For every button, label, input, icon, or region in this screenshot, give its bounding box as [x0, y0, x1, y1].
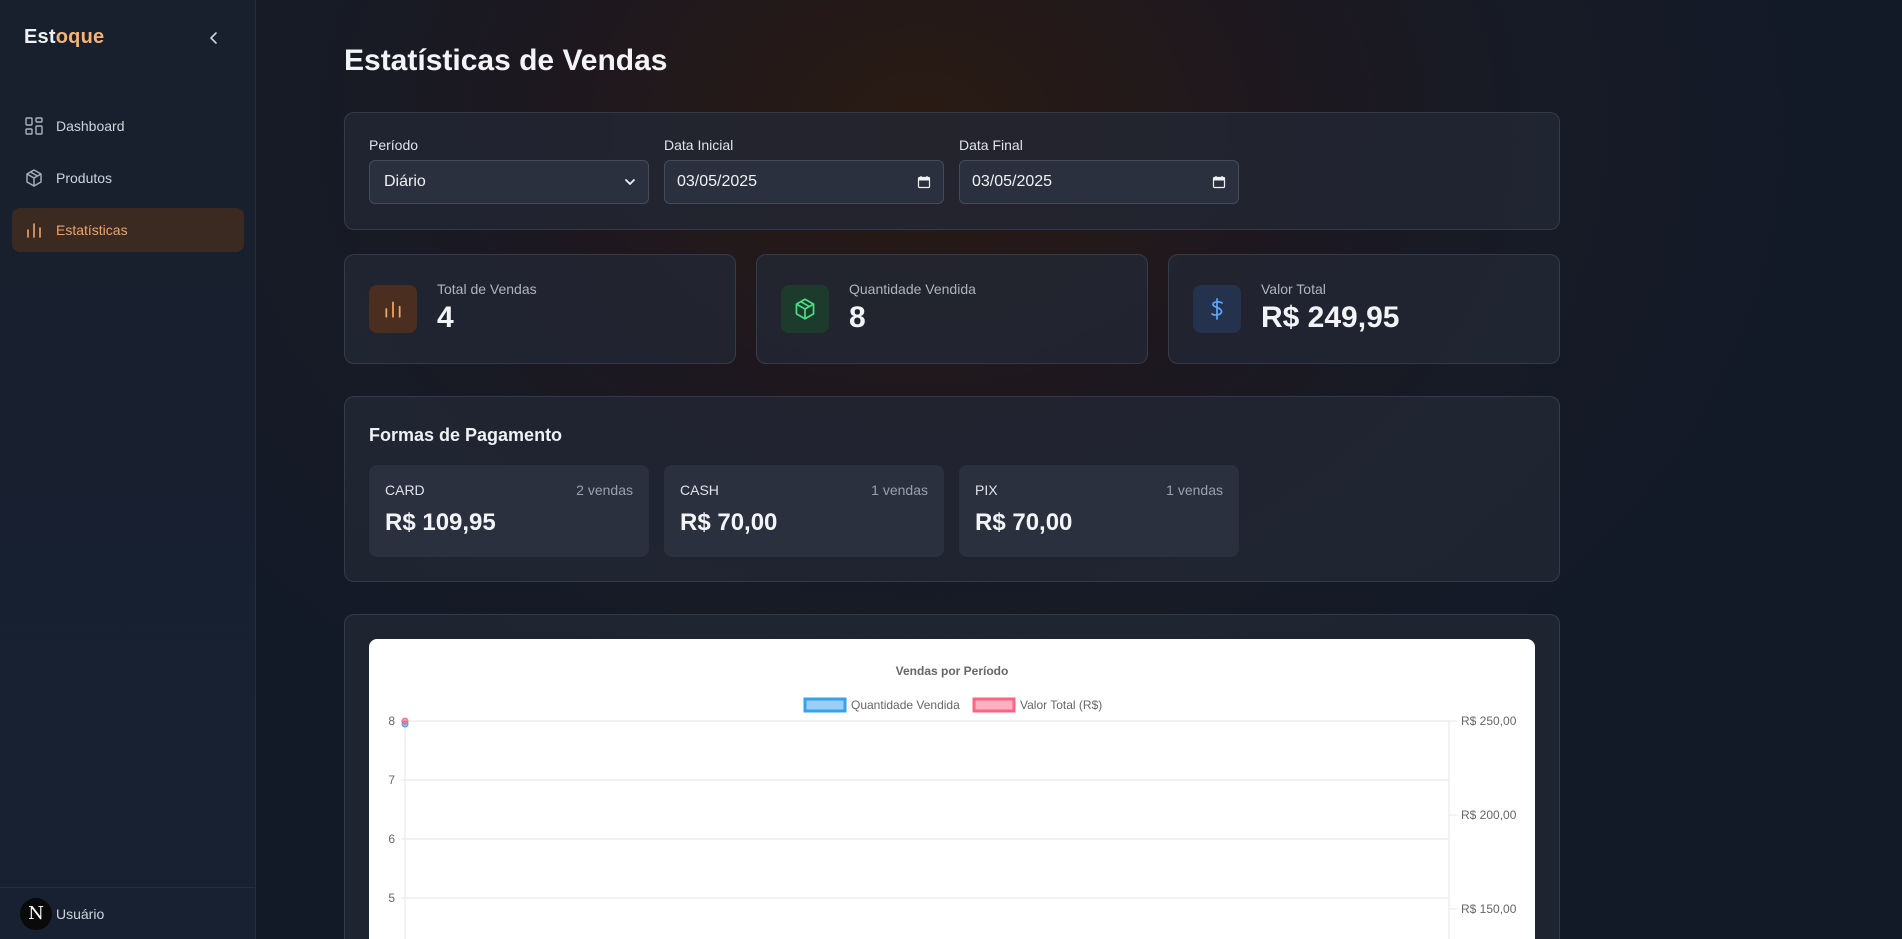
stat-value: R$ 249,95	[1261, 301, 1400, 334]
end-date-field: Data Final 03/05/2025	[959, 137, 1239, 204]
sidebar: Estoque Dashboard Produtos Estatísticas …	[0, 0, 256, 939]
calendar-icon[interactable]	[1212, 175, 1226, 189]
bar-chart-icon	[369, 285, 417, 333]
chart-legend: Quantidade Vendida Valor Total (R$)	[803, 697, 1102, 713]
sidebar-item-label: Dashboard	[56, 118, 125, 134]
chevron-down-icon	[625, 179, 635, 185]
payment-method-name: CARD	[385, 482, 425, 498]
payment-card-pix: PIX 1 vendas R$ 70,00	[959, 465, 1239, 557]
y-right-tick-label: R$ 200,00	[1461, 808, 1517, 822]
payment-method-count: 2 vendas	[576, 482, 633, 498]
y-left-tick-label: 6	[388, 832, 395, 846]
legend-label-quantity[interactable]: Quantidade Vendida	[851, 698, 960, 712]
grid-icon	[24, 116, 44, 136]
dollar-icon	[1193, 285, 1241, 333]
brand-logo: Estoque	[24, 26, 104, 49]
data-point-value[interactable]	[401, 717, 409, 725]
payment-methods-title: Formas de Pagamento	[369, 425, 563, 445]
collapse-sidebar-button[interactable]	[204, 26, 224, 50]
period-select[interactable]: Diário	[369, 160, 649, 204]
payment-method-name: CASH	[680, 482, 719, 498]
legend-label-value[interactable]: Valor Total (R$)	[1020, 698, 1102, 712]
payment-method-count: 1 vendas	[1166, 482, 1223, 498]
sidebar-item-dashboard[interactable]: Dashboard	[12, 104, 244, 148]
brand-text-part2: oque	[55, 26, 105, 48]
chevron-left-icon	[210, 32, 217, 44]
legend-swatch-quantity	[803, 697, 847, 713]
end-date-label: Data Final	[959, 137, 1023, 153]
y-left-tick-label: 8	[388, 714, 395, 728]
chart-points	[401, 717, 409, 728]
stat-label: Total de Vendas	[437, 281, 537, 297]
stat-value: 4	[437, 301, 454, 334]
stat-card-quantity-sold: Quantidade Vendida 8	[756, 254, 1148, 364]
payment-method-value: R$ 70,00	[975, 509, 1073, 536]
sidebar-item-produtos[interactable]: Produtos	[12, 156, 244, 200]
sidebar-item-estatisticas[interactable]: Estatísticas	[12, 208, 244, 252]
payment-method-name: PIX	[975, 482, 998, 498]
stat-label: Quantidade Vendida	[849, 281, 976, 297]
legend-swatch-value	[972, 697, 1016, 713]
payment-card-cash: CASH 1 vendas R$ 70,00	[664, 465, 944, 557]
y-left-tick-label: 5	[388, 891, 395, 905]
stat-card-total-sales: Total de Vendas 4	[344, 254, 736, 364]
stat-value: 8	[849, 301, 866, 334]
start-date-label: Data Inicial	[664, 137, 734, 153]
period-label: Período	[369, 137, 419, 153]
y-right-tick-label: R$ 150,00	[1461, 902, 1517, 916]
stat-label: Valor Total	[1261, 281, 1326, 297]
payment-method-value: R$ 109,95	[385, 509, 496, 536]
payment-card-card: CARD 2 vendas R$ 109,95	[369, 465, 649, 557]
box-icon	[781, 285, 829, 333]
user-name: Usuário	[56, 905, 105, 922]
avatar: N	[20, 897, 52, 930]
chart-panel: Vendas por Período Quantidade Vendida Va…	[344, 614, 1560, 939]
chart-grid	[401, 720, 1457, 939]
filters-panel: Período Diário Data Inicial 03/05/2025 D…	[344, 112, 1560, 230]
sidebar-item-label: Produtos	[56, 170, 113, 186]
chart-ticks: 8 7 6 5 R$ 250,00 R$ 200,00 R$ 150,00	[388, 714, 1516, 916]
period-field: Período Diário	[369, 137, 649, 204]
y-right-tick-label: R$ 250,00	[1461, 714, 1517, 728]
payment-methods-panel: Formas de Pagamento CARD 2 vendas R$ 109…	[344, 396, 1560, 582]
end-date-input[interactable]: 03/05/2025	[959, 160, 1239, 204]
end-date-value: 03/05/2025	[972, 173, 1053, 190]
calendar-icon[interactable]	[917, 175, 931, 189]
stat-card-total-value: Valor Total R$ 249,95	[1168, 254, 1560, 364]
brand-text-part1: Est	[24, 26, 56, 48]
page-title: Estatísticas de Vendas	[344, 44, 668, 77]
start-date-field: Data Inicial 03/05/2025	[664, 137, 944, 204]
period-select-value: Diário	[384, 173, 426, 190]
chart-title: Vendas por Período	[896, 664, 1009, 678]
box-icon	[24, 168, 44, 188]
chart-svg: Vendas por Período Quantidade Vendida Va…	[388, 664, 1517, 939]
user-menu[interactable]: N Usuário	[0, 887, 256, 939]
start-date-input[interactable]: 03/05/2025	[664, 160, 944, 204]
payment-method-count: 1 vendas	[871, 482, 928, 498]
sidebar-nav: Dashboard Produtos Estatísticas	[12, 104, 244, 260]
y-left-tick-label: 7	[388, 773, 395, 787]
sidebar-item-label: Estatísticas	[56, 222, 128, 238]
bar-chart-icon	[24, 220, 44, 240]
payment-method-value: R$ 70,00	[680, 509, 778, 536]
sales-chart: Vendas por Período Quantidade Vendida Va…	[369, 639, 1535, 939]
start-date-value: 03/05/2025	[677, 173, 758, 190]
